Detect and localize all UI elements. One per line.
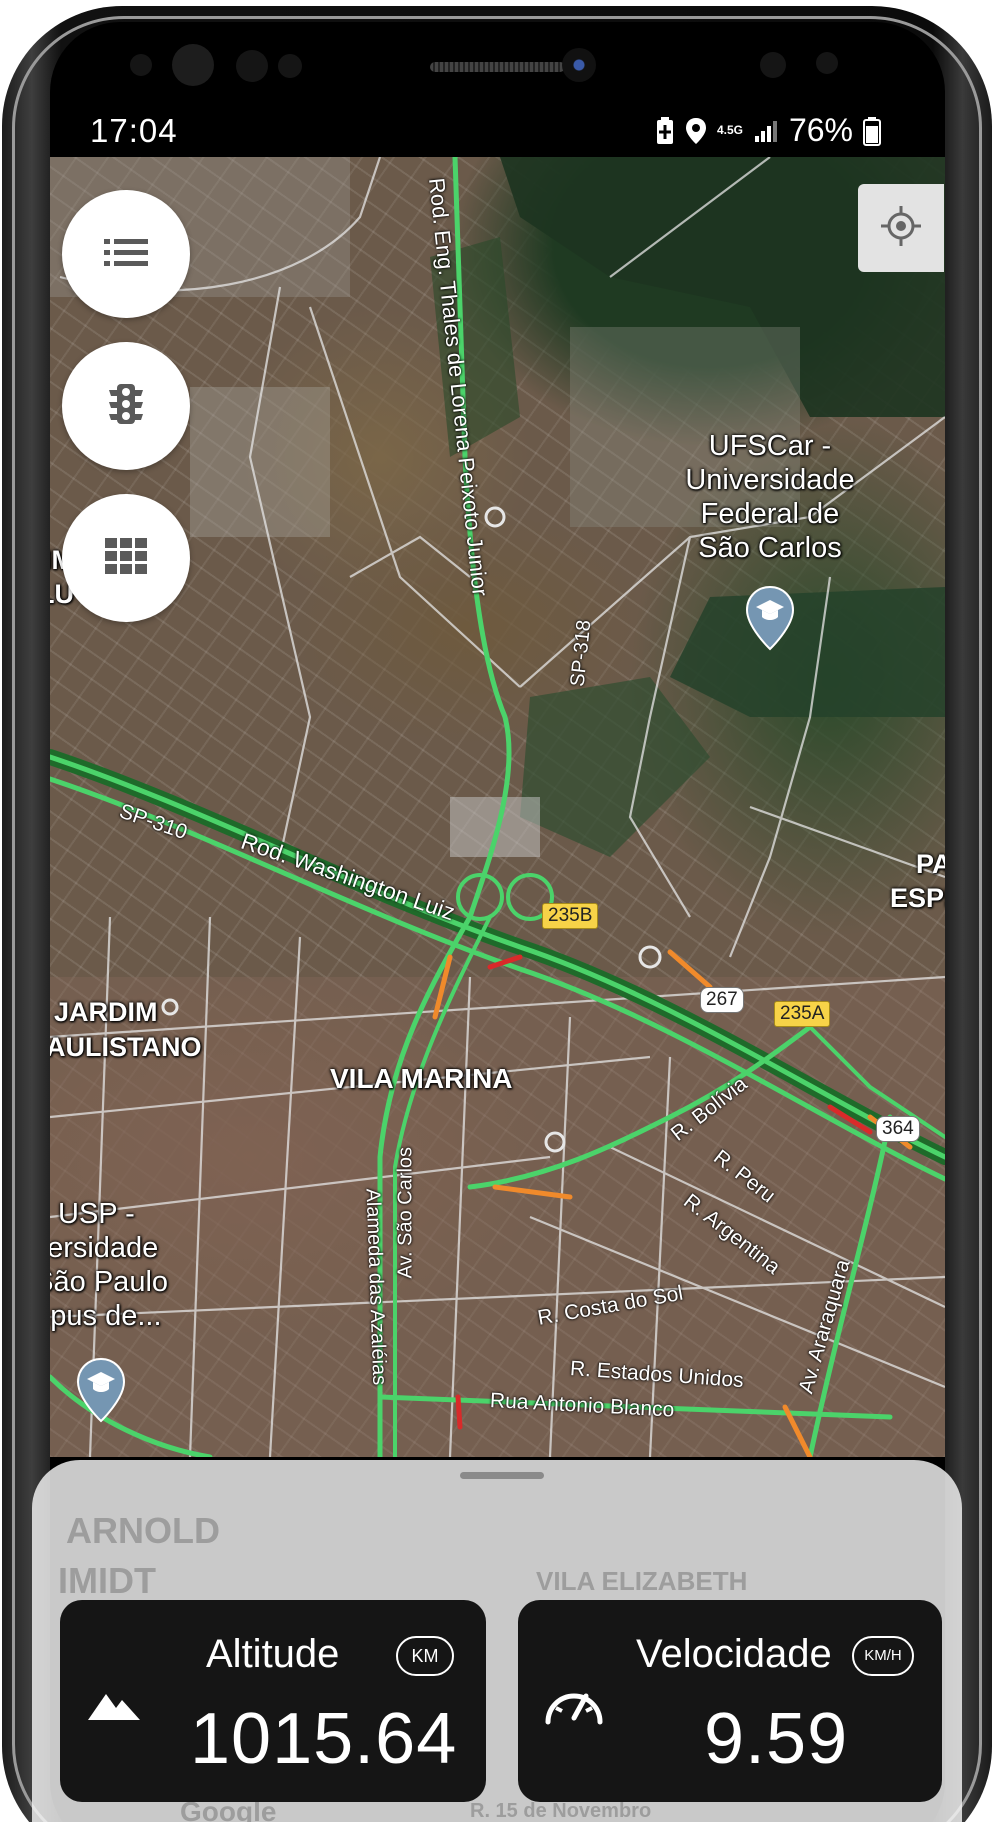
place-label-jardim: JARDIM bbox=[54, 997, 158, 1027]
menu-list-button[interactable] bbox=[62, 190, 190, 318]
list-icon bbox=[104, 237, 148, 272]
altitude-unit-badge: KM bbox=[396, 1636, 454, 1676]
poi-label-line: São Carlos bbox=[698, 532, 842, 564]
earpiece-speaker bbox=[430, 62, 565, 72]
faded-map-label: R. 15 de Novembro bbox=[470, 1800, 652, 1822]
place-label-vila-marina: VILA MARINA bbox=[330, 1063, 513, 1094]
poi-label-usp[interactable]: USP - niversidade e São Paulo ampus de..… bbox=[50, 1197, 240, 1333]
altitude-title: Altitude bbox=[206, 1632, 340, 1676]
route-shield: 235B bbox=[542, 903, 599, 929]
selfie-camera bbox=[562, 48, 596, 82]
route-shield: 364 bbox=[876, 1116, 920, 1142]
poi-label-line: Universidade bbox=[685, 464, 855, 496]
sensor-dot bbox=[130, 54, 152, 76]
altitude-card[interactable]: Altitude KM 1015.64 bbox=[60, 1600, 486, 1802]
poi-label-line: USP - bbox=[58, 1198, 135, 1230]
altitude-value: 1015.64 bbox=[190, 1699, 458, 1779]
location-icon bbox=[685, 116, 707, 146]
poi-label-line: Federal de bbox=[700, 498, 840, 530]
poi-label-line: ampus de... bbox=[50, 1300, 162, 1332]
phone-device: 17:04 4.5G 76% JARDIM AULISTANO VILA MAR… bbox=[0, 0, 998, 1822]
status-icons: 4.5G 76% bbox=[655, 112, 881, 149]
poi-label-line: e São Paulo bbox=[50, 1266, 169, 1298]
signal-icon bbox=[753, 118, 779, 144]
crosshair-icon bbox=[878, 203, 924, 254]
speed-title: Velocidade bbox=[636, 1632, 832, 1676]
place-label-right-edge: ESPR bbox=[890, 883, 945, 913]
poi-label-line: niversidade bbox=[50, 1232, 159, 1264]
place-label-paulistano: PAULISTANO bbox=[50, 1032, 202, 1062]
mountain-icon bbox=[86, 1690, 142, 1727]
speed-unit-badge: KM/H bbox=[852, 1636, 914, 1676]
speedometer-icon bbox=[542, 1678, 606, 1731]
my-location-button[interactable] bbox=[858, 184, 944, 272]
faded-map-label: ARNOLD bbox=[66, 1510, 220, 1551]
place-label-right-edge: PAI bbox=[916, 849, 945, 879]
street-label: Av. São Carlos bbox=[394, 1146, 417, 1279]
network-type: 4.5G bbox=[716, 123, 743, 137]
sensor-dot bbox=[236, 50, 268, 82]
status-time: 17:04 bbox=[90, 112, 178, 149]
speed-value: 9.59 bbox=[704, 1699, 849, 1779]
poi-label-ufscar[interactable]: UFSCar - Universidade Federal de São Car… bbox=[640, 429, 900, 565]
sensor-dot bbox=[760, 52, 786, 78]
speed-card[interactable]: Velocidade KM/H 9.59 bbox=[518, 1600, 942, 1802]
sensor-dot bbox=[816, 52, 838, 74]
route-shield: 267 bbox=[700, 987, 744, 1013]
sensor-dot bbox=[278, 54, 302, 78]
traffic-toggle-button[interactable] bbox=[62, 342, 190, 470]
satellite-map[interactable]: JARDIM PAULISTANO VILA MARINA IM LU PAI … bbox=[50, 157, 945, 1457]
route-shield: 235A bbox=[774, 1001, 831, 1027]
poi-label-line: UFSCar - bbox=[708, 430, 832, 462]
status-bar: 17:04 4.5G 76% bbox=[50, 102, 945, 154]
traffic-light-icon bbox=[106, 382, 146, 431]
apps-grid-button[interactable] bbox=[62, 494, 190, 622]
faded-map-label: VILA ELIZABETH bbox=[536, 1566, 748, 1596]
front-camera-lens bbox=[172, 44, 214, 86]
sheet-drag-handle[interactable] bbox=[460, 1472, 544, 1479]
faded-map-label: IMIDT bbox=[58, 1560, 156, 1601]
battery-saver-icon bbox=[655, 116, 675, 146]
grid-icon bbox=[105, 537, 147, 579]
battery-icon bbox=[863, 116, 881, 146]
battery-percent: 76% bbox=[788, 112, 853, 148]
